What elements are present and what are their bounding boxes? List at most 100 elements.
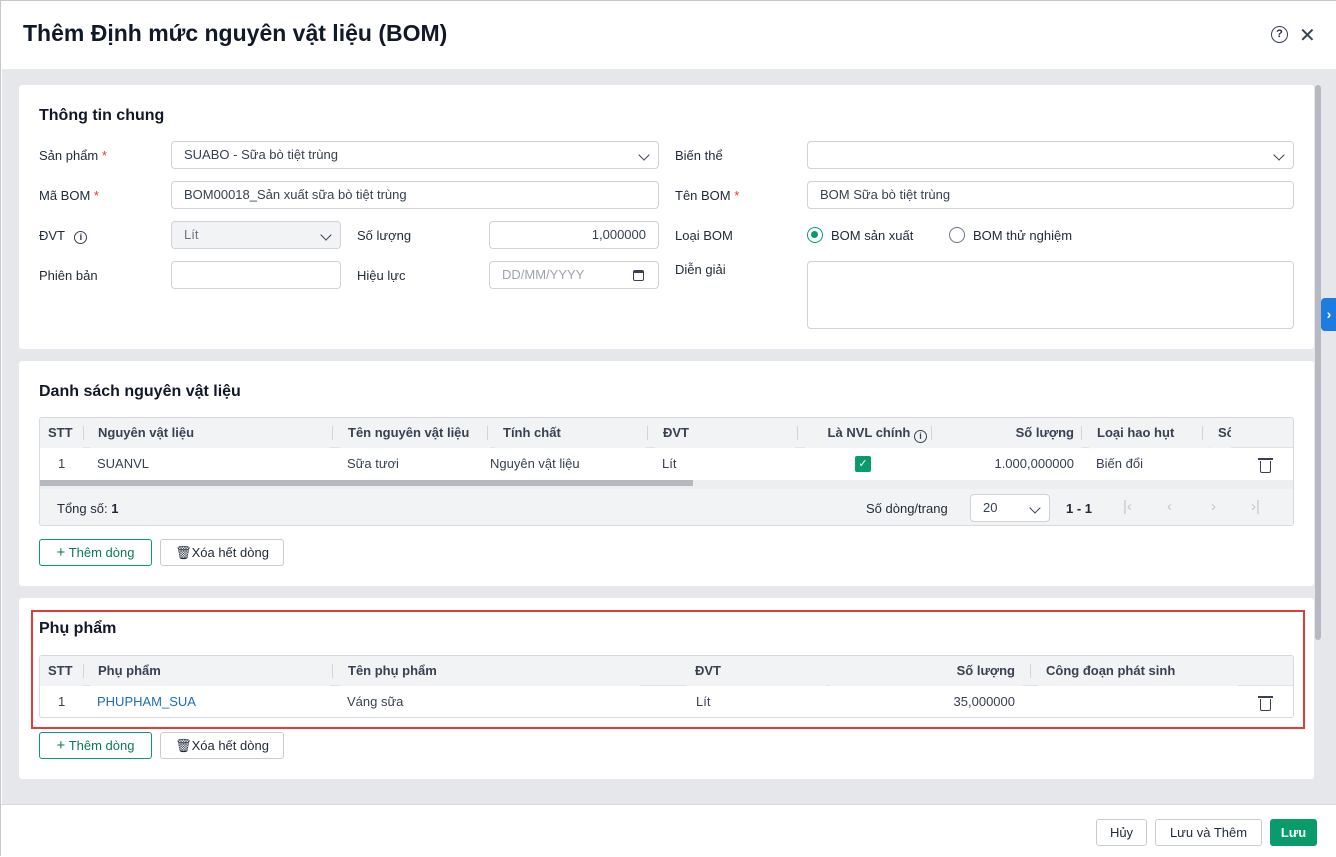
col-header: Tên phụ phẩm [340, 656, 640, 686]
materials-section: Danh sách nguyên vật liệu STT Nguyên vật… [19, 361, 1314, 586]
general-info-section: Thông tin chung Sản phẩm * SUABO - Sữa b… [19, 85, 1314, 349]
trash-icon: 🗑 [175, 545, 192, 560]
chevron-down-icon [1029, 502, 1041, 514]
vertical-scrollbar[interactable] [1315, 85, 1321, 640]
qty-label: Số lượng [357, 228, 412, 243]
side-panel-toggle-icon[interactable]: › [1321, 298, 1336, 331]
help-icon[interactable]: ? [1271, 26, 1288, 43]
col-header: STT [40, 418, 83, 448]
info-icon: i [914, 430, 927, 443]
dialog: Thêm Định mức nguyên vật liệu (BOM) ? ✕ … [0, 0, 1336, 857]
page-size-select[interactable]: 20 [970, 494, 1050, 522]
unit-select[interactable]: Lít [171, 221, 341, 249]
desc-textarea[interactable] [807, 261, 1294, 329]
prev-page-icon[interactable]: ‹ [1167, 498, 1172, 515]
page-size-label: Số dòng/trang [866, 501, 948, 516]
plus-icon: + [56, 544, 66, 561]
cell-name: Váng sữa [347, 694, 404, 709]
version-label: Phiên bản [39, 268, 98, 283]
cell-unit: Lít [696, 694, 711, 709]
cell-qty: 35,000000 [953, 694, 1015, 709]
qty-input[interactable]: 1,000000 [489, 221, 659, 249]
info-icon: i [74, 231, 88, 244]
col-header: Nguyên vật liệu [90, 418, 330, 448]
col-header: ĐVT [687, 656, 827, 686]
trash-icon: 🗑 [175, 738, 192, 753]
cell-stt: 1 [58, 456, 66, 471]
byproducts-table: STT Phụ phẩm Tên phụ phẩm ĐVT Số lượng C… [39, 655, 1294, 718]
bom-name-label: Tên BOM * [675, 188, 740, 203]
delete-row-icon[interactable] [1258, 458, 1273, 473]
plus-icon: + [56, 737, 66, 754]
cell-type: Nguyên vật liệu [490, 456, 580, 471]
section-title: Phụ phẩm [39, 620, 117, 637]
bom-type-trial-label: BOM thử nghiệm [973, 228, 1073, 243]
col-header: ĐVT [655, 418, 795, 448]
bom-code-input[interactable]: BOM00018_Sản xuất sữa bò tiệt trùng [171, 181, 659, 209]
cell-stt: 1 [58, 694, 66, 709]
first-page-icon[interactable]: |‹ [1123, 498, 1132, 515]
close-icon[interactable]: ✕ [1299, 23, 1316, 48]
chevron-down-icon [638, 149, 650, 161]
col-header: Loại hao hụt [1089, 418, 1209, 448]
clear-byproduct-rows-button[interactable]: 🗑Xóa hết dòng [160, 732, 284, 759]
dialog-header: Thêm Định mức nguyên vật liệu (BOM) ? ✕ [1, 1, 1336, 69]
save-and-add-button[interactable]: Lưu và Thêm [1155, 819, 1262, 846]
col-header: Là NVL chính i [805, 418, 935, 448]
col-header: Số [1210, 418, 1231, 448]
cell-unit: Lít [662, 456, 677, 471]
main-material-checkbox[interactable]: ✓ [855, 456, 871, 472]
chevron-down-icon [1273, 149, 1285, 161]
product-label: Sản phẩm * [39, 148, 107, 163]
desc-label: Diễn giải [675, 262, 726, 277]
last-page-icon[interactable]: ›| [1251, 498, 1260, 515]
materials-table: STT Nguyên vật liệu Tên nguyên vật liệu … [39, 417, 1294, 526]
bom-type-trial-radio[interactable] [949, 227, 965, 243]
clear-material-rows-button[interactable]: 🗑Xóa hết dòng [160, 539, 284, 566]
total-value: 1 [111, 501, 119, 516]
cell-name: Sữa tươi [347, 456, 399, 471]
col-header: Công đoạn phát sinh [1038, 656, 1238, 686]
add-byproduct-row-button[interactable]: + Thêm dòng [39, 732, 152, 759]
save-button[interactable]: Lưu [1270, 819, 1317, 846]
col-header: Số lượng [830, 656, 1023, 686]
next-page-icon[interactable]: › [1211, 498, 1216, 515]
col-header: Phụ phẩm [90, 656, 330, 686]
col-header: STT [40, 656, 83, 686]
dialog-title: Thêm Định mức nguyên vật liệu (BOM) [23, 20, 448, 46]
horizontal-scrollbar[interactable] [40, 480, 1293, 489]
col-header: Tên nguyên vật liệu [340, 418, 490, 448]
effective-date-input[interactable]: DD/MM/YYYY [489, 261, 659, 289]
chevron-down-icon [320, 229, 332, 241]
bom-type-label: Loại BOM [675, 228, 733, 243]
bom-type-production-radio[interactable] [807, 227, 823, 243]
add-material-row-button[interactable]: + Thêm dòng [39, 539, 152, 566]
cell-loss-type: Biến đổi [1096, 456, 1143, 471]
bom-code-label: Mã BOM * [39, 188, 99, 203]
unit-label: ĐVT i [39, 228, 88, 244]
col-header: Tính chất [495, 418, 645, 448]
cell-stage [1038, 686, 1054, 717]
section-title: Thông tin chung [39, 107, 165, 124]
col-header: Số lượng [932, 418, 1082, 448]
dialog-footer: Hủy Lưu và Thêm Lưu [1, 804, 1336, 857]
variant-select[interactable] [807, 141, 1294, 169]
table-footer: Tổng số: 1 Số dòng/trang 20 1 - 1 |‹ ‹ ›… [40, 489, 1293, 525]
section-title: Danh sách nguyên vật liệu [39, 383, 241, 400]
cancel-button[interactable]: Hủy [1096, 819, 1147, 846]
byproducts-section: Phụ phẩm STT Phụ phẩm Tên phụ phẩm ĐVT S… [19, 598, 1314, 779]
dialog-body: Thông tin chung Sản phẩm * SUABO - Sữa b… [2, 69, 1336, 804]
bom-type-production-label: BOM sản xuất [831, 228, 914, 243]
bom-name-input[interactable]: BOM Sữa bò tiệt trùng [807, 181, 1294, 209]
page-range: 1 - 1 [1066, 501, 1093, 516]
version-input[interactable] [171, 261, 341, 289]
calendar-icon[interactable] [633, 270, 644, 281]
variant-label: Biến thể [675, 148, 723, 163]
product-select[interactable]: SUABO - Sữa bò tiệt trùng [171, 141, 659, 169]
effective-label: Hiệu lực [357, 268, 406, 283]
total-label: Tổng số: [57, 501, 108, 516]
delete-row-icon[interactable] [1258, 696, 1273, 711]
cell-byproduct[interactable]: PHUPHAM_SUA [89, 686, 204, 717]
cell-qty: 1.000,000000 [994, 456, 1074, 471]
cell-material: SUANVL [97, 456, 150, 471]
